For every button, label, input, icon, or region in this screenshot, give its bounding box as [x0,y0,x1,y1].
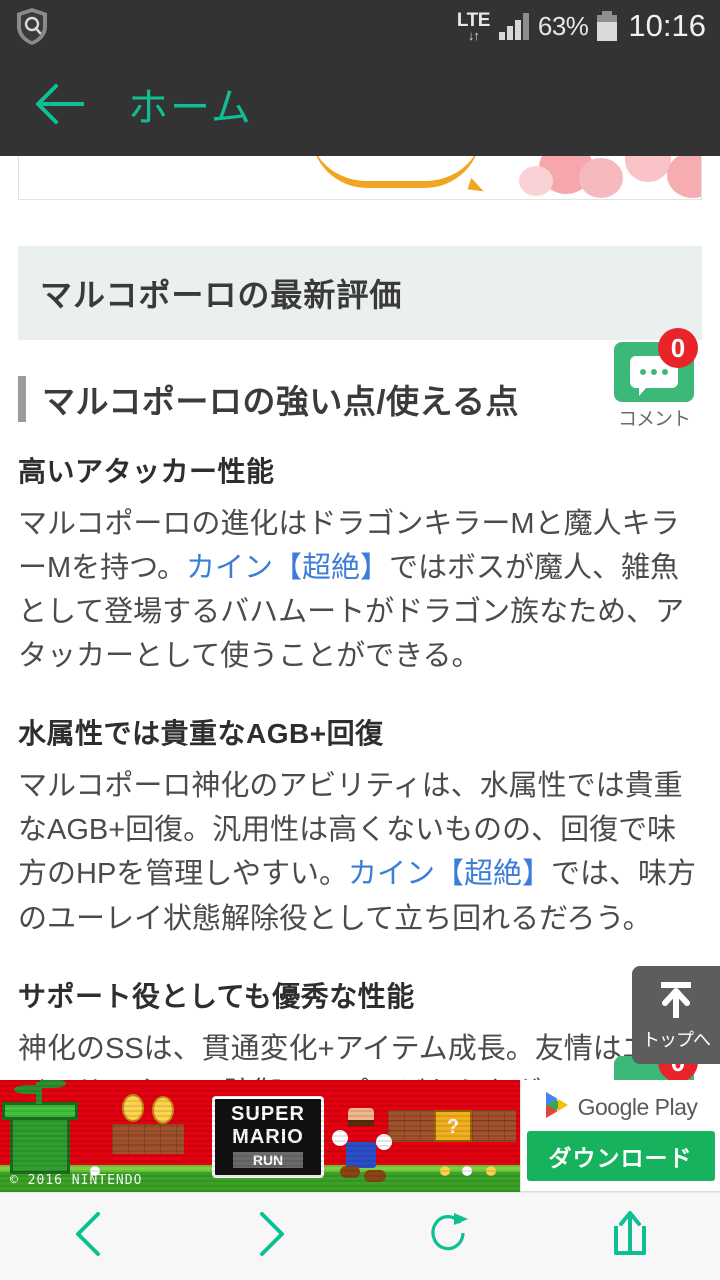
chevron-right-icon [250,1209,290,1264]
heading-accent-bar [18,376,26,422]
google-play-icon [544,1090,570,1125]
article-subheading: サポート役としても優秀な性能 [18,980,415,1012]
nav-reload-button[interactable] [395,1193,505,1280]
battery-percent-label: 63% [537,10,589,41]
amazon-smile-icon [311,156,481,188]
ad-banner[interactable]: ? SUPER MARIO RUN © 2016 NINTENDO [0,1080,720,1192]
article-paragraph: 神化のSSは、貫通変化+アイテム成長。友情はエナジーサークルL+防御アップ。どち… [18,1032,685,1080]
ad-download-button[interactable]: ダウンロード [526,1131,715,1181]
comment-button[interactable]: 0 [614,328,698,402]
section-band-title: マルコポーロの最新評価 [40,277,403,313]
nav-back-button[interactable] [35,1193,145,1280]
data-transfer-arrows-icon: ↓↑ [467,27,480,43]
article-subheading: 水属性では貴重なAGB+回復 [18,718,384,750]
arrow-up-icon [654,978,698,1024]
lte-indicator: LTE ↓↑ [457,11,490,42]
article-block: 水属性では貴重なAGB+回復 マルコポーロ神化のアビリティは、水属性では貴重なA… [18,712,702,940]
article-paragraph: マルコポーロ神化のアビリティは、水属性では貴重なAGB+回復。汎用性は高くないも… [18,764,702,940]
page-title: ホーム [128,86,253,130]
phone-screen: LTE ↓↑ 63% 10:16 ホーム マルコポーロの最新評価 マルコポーロの… [0,0,720,1280]
chevron-left-icon [70,1209,110,1264]
inline-link[interactable]: カイン【超絶】 [348,858,551,890]
back-to-top-button[interactable]: トップへ [632,966,720,1064]
section-band: マルコポーロの最新評価 [18,246,702,340]
status-bar-left [14,6,457,46]
ad-creative-image[interactable]: ? SUPER MARIO RUN © 2016 NINTENDO [0,1080,520,1192]
browser-bottom-nav [0,1192,720,1280]
article-block: 高いアタッカー性能 マルコポーロの進化はドラゴンキラーMと魔人キラーMを持つ。カ… [18,450,702,678]
comment-count-badge: 0 [658,328,698,368]
nav-share-button[interactable] [575,1193,685,1280]
nav-forward-button[interactable] [215,1193,325,1280]
app-navbar: ホーム [0,52,720,156]
signal-bars-icon [498,12,529,40]
comment-label: コメント [617,409,691,430]
status-bar-right: LTE ↓↑ 63% 10:16 [457,8,706,44]
article-subheading: 高いアタッカー性能 [18,456,275,487]
status-bar: LTE ↓↑ 63% 10:16 [0,0,720,52]
share-icon [608,1208,652,1265]
amazon-sakura-banner[interactable] [18,156,702,200]
back-to-top-label: トップへ [642,1030,711,1050]
article-paragraph: マルコポーロの進化はドラゴンキラーMと魔人キラーMを持つ。カイン【超絶】ではボス… [18,502,702,678]
battery-icon [597,11,618,41]
article-body: 高いアタッカー性能 マルコポーロの進化はドラゴンキラーMと魔人キラーMを持つ。カ… [18,450,702,1080]
ad-scanline-overlay [0,1080,520,1192]
sakura-petal [519,166,553,196]
clock-label: 10:16 [628,8,706,43]
google-play-label: Google Play [577,1094,698,1120]
lte-label: LTE [456,9,490,31]
article-block: サポート役としても優秀な性能 神化のSSは、貫通変化+アイテム成長。友情はエナジ… [18,975,702,1080]
article-heading: マルコポーロの強い点/使える点 [18,370,702,428]
heading-text: マルコポーロの強い点/使える点 [42,383,520,420]
ad-cta-panel[interactable]: Google Play ダウンロード [520,1080,720,1191]
inline-link[interactable]: カイン【超絶】 [186,552,389,584]
scroll-content[interactable]: マルコポーロの最新評価 マルコポーロの強い点/使える点 0 コメント 高いアタッ… [0,156,720,1080]
sakura-petal [579,158,623,198]
shield-search-icon [14,6,50,46]
google-play-row: Google Play [544,1090,698,1125]
back-arrow-icon[interactable] [32,82,90,126]
reload-icon [426,1209,474,1264]
sakura-petal [625,156,671,182]
comment-widget[interactable]: 0 コメント [606,328,702,431]
sakura-petal [667,156,701,198]
